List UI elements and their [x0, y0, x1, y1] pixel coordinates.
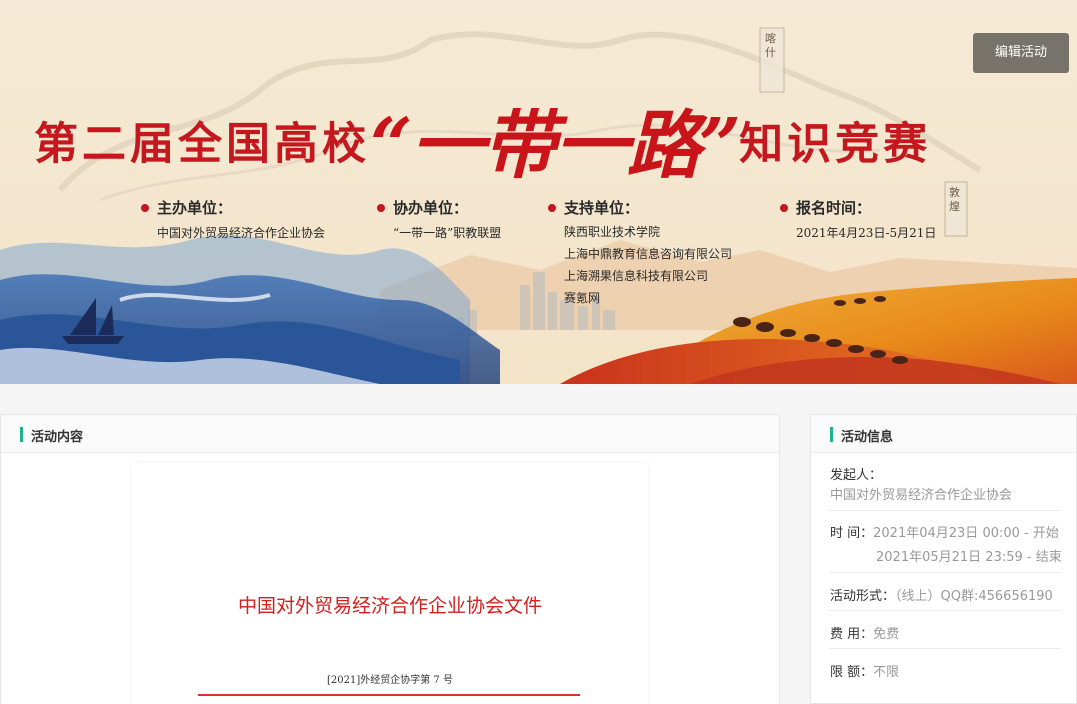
- bullet-icon: [548, 203, 556, 212]
- accent-bar: [830, 427, 833, 442]
- format-row: 活动形式：（线上）QQ群:456656190: [830, 589, 1053, 604]
- quota-row: 限 额：不限: [830, 665, 900, 680]
- organizer-host: 主办单位： 中国对外贸易经济合作企业协会: [141, 197, 325, 241]
- organizer-cohost: 协办单位： “一带一路”职教联盟: [377, 197, 501, 241]
- title-right: 知识竞赛: [739, 118, 932, 170]
- divider: [829, 648, 1061, 649]
- banner-title: 第二届全国高校“一带一路”知识竞赛: [34, 86, 931, 189]
- organizer-support: 支持单位： 陕西职业技术学院 上海中鼎教育信息咨询有限公司 上海溯果信息科技有限…: [548, 197, 732, 306]
- bullet-icon: [141, 203, 149, 212]
- bullet-icon: [377, 203, 385, 212]
- divider: [829, 572, 1061, 573]
- time-row: 时 间：2021年04月23日 00:00 - 开始: [830, 526, 1059, 541]
- banner-artwork: [0, 0, 1077, 384]
- document-preview: 中国对外贸易经济合作企业协会文件 [2021]外经贸企协字第 7 号: [132, 463, 648, 704]
- registration-time: 报名时间： 2021年4月23日-5月21日: [780, 197, 936, 241]
- document-number: [2021]外经贸企协字第 7 号: [327, 675, 453, 686]
- map-label-kashgar: 喀什: [765, 32, 776, 59]
- accent-bar: [20, 427, 23, 442]
- initiator-label: 发起人：: [830, 468, 883, 483]
- activity-info-panel: 活动信息 发起人： 中国对外贸易经济合作企业协会 时 间：2021年04月23日…: [810, 414, 1077, 704]
- document-title: 中国对外贸易经济合作企业协会文件: [237, 595, 542, 617]
- activity-page: 编辑活动 第二届全国高校“一带一路”知识竞赛 主办单位： 中国对外贸易经济合作企…: [0, 0, 1077, 704]
- fee-row: 费 用：免费: [830, 627, 900, 642]
- initiator-value: 中国对外贸易经济合作企业协会: [830, 488, 1013, 503]
- divider: [829, 510, 1061, 511]
- event-banner: 编辑活动 第二届全国高校“一带一路”知识竞赛 主办单位： 中国对外贸易经济合作企…: [0, 0, 1077, 384]
- title-left: 第二届全国高校: [34, 118, 370, 170]
- panel-header: 活动内容: [1, 415, 779, 453]
- divider: [829, 610, 1061, 611]
- panel-header: 活动信息: [811, 415, 1076, 453]
- activity-content-panel: 活动内容 中国对外贸易经济合作企业协会文件 [2021]外经贸企协字第 7 号: [0, 414, 780, 704]
- time-end: 2021年05月21日 23:59 - 结束: [876, 550, 1062, 565]
- title-highlight: “一带一路”: [370, 103, 741, 189]
- document-divider: [198, 694, 580, 696]
- panel-title: 活动信息: [841, 430, 894, 445]
- panel-title: 活动内容: [31, 430, 84, 445]
- bullet-icon: [780, 203, 788, 212]
- map-label-dunhuang: 敦煌: [949, 186, 960, 213]
- edit-activity-button[interactable]: 编辑活动: [973, 33, 1069, 73]
